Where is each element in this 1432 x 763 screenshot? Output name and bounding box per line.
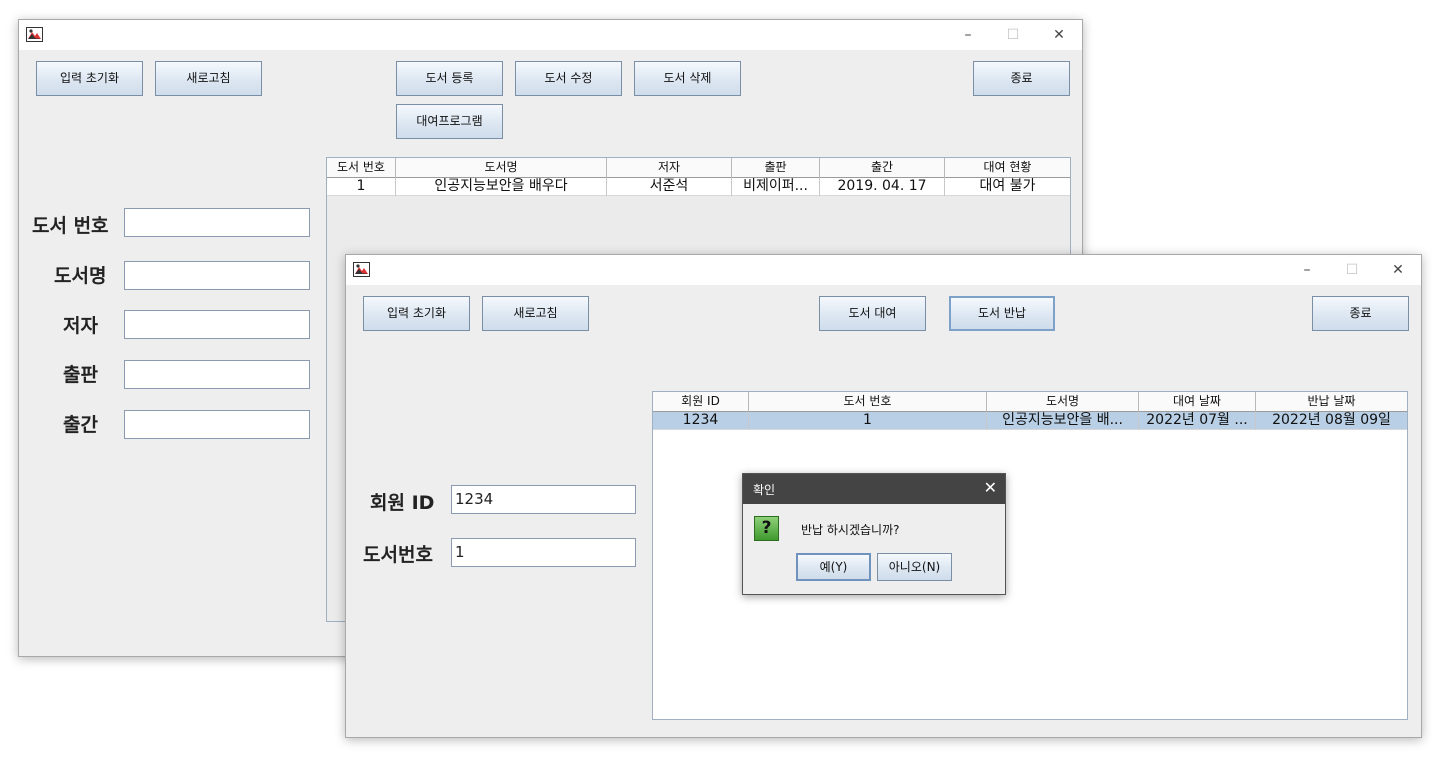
delete-book-button[interactable]: 도서 삭제 bbox=[634, 61, 741, 96]
dialog-title: 확인 bbox=[753, 483, 776, 497]
no-button[interactable]: 아니오(N) bbox=[877, 553, 952, 581]
publisher-label: 출판 bbox=[63, 364, 98, 386]
column-header[interactable]: 도서명 bbox=[396, 158, 607, 178]
author-label: 저자 bbox=[63, 315, 98, 337]
maximize-icon[interactable]: ☐ bbox=[991, 25, 1035, 47]
dialog-title-bar[interactable]: 확인 ✕ bbox=[743, 474, 1005, 504]
exit-button[interactable]: 종료 bbox=[1312, 296, 1409, 331]
exit-button[interactable]: 종료 bbox=[973, 61, 1070, 96]
minimize-icon[interactable]: – bbox=[1285, 260, 1329, 282]
column-header[interactable]: 도서 번호 bbox=[749, 392, 987, 412]
column-header[interactable]: 출판 bbox=[732, 158, 820, 178]
table-cell: 1234 bbox=[653, 412, 749, 430]
table-cell: 2022년 07월 ... bbox=[1139, 412, 1256, 430]
question-icon: ? bbox=[754, 516, 779, 541]
modify-book-button[interactable]: 도서 수정 bbox=[515, 61, 622, 96]
book-title-field[interactable] bbox=[124, 261, 310, 290]
published-date-field[interactable] bbox=[124, 410, 310, 439]
title-bar[interactable]: – ☐ ✕ bbox=[19, 20, 1082, 50]
column-header[interactable]: 도서명 bbox=[987, 392, 1139, 412]
table-header: 도서 번호 도서명 저자 출판 출간 대여 현황 bbox=[327, 158, 1070, 178]
table-cell: 1 bbox=[749, 412, 987, 430]
member-id-label: 회원 ID bbox=[370, 492, 435, 514]
column-header[interactable]: 저자 bbox=[607, 158, 732, 178]
table-row[interactable]: 1 인공지능보안을 배우다 서준석 비제이퍼... 2019. 04. 17 대… bbox=[327, 178, 1070, 196]
table-row-selected[interactable]: 1234 1 인공지능보안을 배... 2022년 07월 ... 2022년 … bbox=[653, 412, 1407, 430]
table-header: 회원 ID 도서 번호 도서명 대여 날짜 반납 날짜 bbox=[653, 392, 1407, 412]
rental-program-button[interactable]: 대여프로그램 bbox=[396, 104, 503, 139]
close-icon[interactable]: ✕ bbox=[984, 478, 997, 497]
table-cell: 대여 불가 bbox=[979, 178, 1036, 194]
return-book-button[interactable]: 도서 반납 bbox=[949, 296, 1055, 331]
maximize-icon[interactable]: ☐ bbox=[1330, 260, 1374, 282]
table-cell: 2022년 08월 09일 bbox=[1272, 412, 1391, 428]
column-header[interactable]: 반납 날짜 bbox=[1256, 392, 1407, 412]
confirm-dialog: 확인 ✕ ? 반납 하시겠습니까? 예(Y) 아니오(N) bbox=[742, 473, 1006, 595]
minimize-icon[interactable]: – bbox=[946, 25, 990, 47]
table-cell: 인공지능보안을 배... bbox=[987, 412, 1139, 430]
dialog-message: 반납 하시겠습니까? bbox=[801, 523, 900, 537]
column-header[interactable]: 대여 날짜 bbox=[1139, 392, 1256, 412]
java-app-icon bbox=[26, 27, 43, 42]
book-number-label: 도서번호 bbox=[363, 544, 433, 566]
column-header[interactable]: 회원 ID bbox=[653, 392, 749, 412]
book-number-field[interactable]: 1 bbox=[451, 538, 636, 567]
rent-book-button[interactable]: 도서 대여 bbox=[819, 296, 926, 331]
author-field[interactable] bbox=[124, 310, 310, 339]
published-date-label: 출간 bbox=[63, 414, 98, 436]
refresh-button[interactable]: 새로고침 bbox=[482, 296, 589, 331]
column-header[interactable]: 출간 bbox=[820, 158, 945, 178]
close-icon[interactable]: ✕ bbox=[1037, 25, 1081, 47]
yes-button[interactable]: 예(Y) bbox=[796, 553, 871, 581]
book-number-field[interactable] bbox=[124, 208, 310, 237]
table-cell: 2019. 04. 17 bbox=[820, 178, 945, 196]
table-cell: 서준석 bbox=[607, 178, 732, 196]
title-bar[interactable]: – ☐ ✕ bbox=[346, 255, 1421, 285]
reset-input-button[interactable]: 입력 초기화 bbox=[36, 61, 143, 96]
column-header[interactable]: 도서 번호 bbox=[327, 158, 396, 178]
publisher-field[interactable] bbox=[124, 360, 310, 389]
register-book-button[interactable]: 도서 등록 bbox=[396, 61, 503, 96]
refresh-button[interactable]: 새로고침 bbox=[155, 61, 262, 96]
reset-input-button[interactable]: 입력 초기화 bbox=[363, 296, 470, 331]
java-app-icon bbox=[353, 262, 370, 277]
book-title-label: 도서명 bbox=[54, 265, 107, 287]
table-cell: 인공지능보안을 배우다 bbox=[396, 178, 607, 196]
member-id-field[interactable]: 1234 bbox=[451, 485, 636, 514]
column-header[interactable]: 대여 현황 bbox=[945, 158, 1070, 178]
table-cell: 비제이퍼... bbox=[732, 178, 820, 196]
close-icon[interactable]: ✕ bbox=[1376, 260, 1420, 282]
book-number-label: 도서 번호 bbox=[32, 215, 109, 237]
table-cell: 1 bbox=[327, 178, 396, 196]
